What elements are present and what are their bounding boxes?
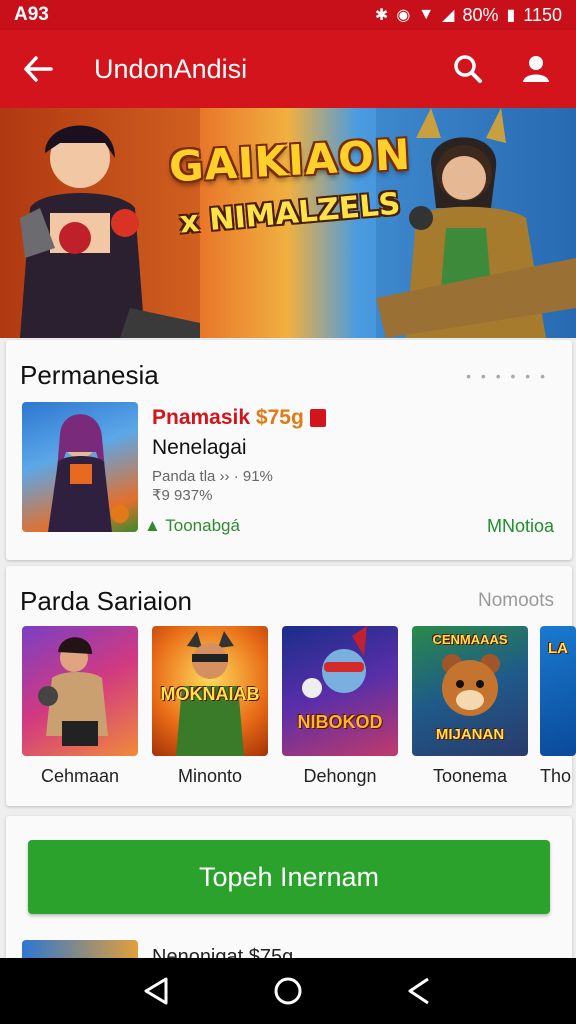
- badge-icon: [309, 409, 326, 428]
- game-tile[interactable]: CENMAAAS MIJANAN: [412, 626, 528, 756]
- developer-icon: ▲: [144, 516, 161, 535]
- game-tile-text: MIJANAN: [435, 726, 505, 743]
- battery-percent: 80%: [462, 4, 499, 25]
- back-nav-button[interactable]: [131, 966, 181, 1016]
- status-icons: ✱ ◉ ▼ ◢ 80% ▮ 1150: [375, 5, 562, 26]
- install-button[interactable]: Topeh Inernam: [28, 840, 550, 914]
- clock: 1150: [523, 4, 562, 25]
- triangle-recents-icon: [408, 977, 429, 1005]
- home-nav-button[interactable]: [263, 966, 313, 1016]
- recents-nav-button[interactable]: [395, 966, 445, 1016]
- arrow-left-icon: [24, 56, 53, 82]
- app-title: UndonAndisi: [94, 53, 248, 84]
- app-name-text: Pnamasik: [152, 406, 251, 429]
- game-art: [38, 637, 108, 746]
- game-label: Toonema: [432, 766, 508, 786]
- app-price: $75g: [255, 406, 304, 429]
- game-tile-title: CENMAAAS: [432, 632, 508, 647]
- game-tile-text: LA: [548, 640, 568, 657]
- game-tile[interactable]: [22, 626, 138, 756]
- triangle-back-icon: [144, 977, 168, 1005]
- back-button[interactable]: [18, 49, 58, 89]
- more-link[interactable]: Nomoots: [478, 590, 554, 612]
- install-card: Topeh Inernam Nenonigat $75g: [6, 816, 572, 980]
- app-meta-secondary: ₹9 937%: [152, 487, 213, 504]
- status-left-text: A93: [14, 4, 49, 25]
- app-action-link[interactable]: MNotioa: [487, 516, 554, 537]
- section-title: Parda Sariaion: [20, 586, 192, 616]
- game-tile-text: NIBOKOD: [297, 712, 383, 732]
- game-label: Dehongn: [303, 766, 377, 786]
- person-icon: [523, 56, 549, 82]
- game-label: Minonto: [177, 766, 243, 786]
- battery-icon: ▮: [506, 7, 516, 24]
- game-label: Cehmaan: [40, 766, 120, 786]
- more-dots-icon[interactable]: • • • • • •: [466, 368, 548, 384]
- wifi-icon: ▼: [418, 6, 435, 23]
- game-tile[interactable]: MOKNAIAB: [152, 626, 268, 756]
- search-icon: [454, 55, 482, 83]
- game-art: [302, 626, 367, 698]
- app-thumbnail[interactable]: [22, 402, 138, 532]
- app-subtitle: Nenelagai: [152, 436, 247, 459]
- app-meta: Panda tla ›› · 91%: [152, 468, 273, 485]
- game-tile-text: MOKNAIAB: [160, 684, 260, 704]
- game-label: Tho: [540, 766, 572, 786]
- developer-name: Toonabgá: [165, 516, 240, 535]
- status-bar: A93 ✱ ◉ ▼ ◢ 80% ▮ 1150: [0, 0, 576, 30]
- search-button[interactable]: [446, 47, 490, 91]
- vibrate-icon: ◉: [396, 7, 411, 24]
- section-title: Permanesia: [20, 360, 159, 390]
- character-art: [48, 414, 129, 532]
- app-bar: UndonAndisi: [0, 30, 576, 108]
- circle-home-icon: [274, 977, 302, 1005]
- bluetooth-icon: ✱: [374, 7, 389, 24]
- developer-link[interactable]: ▲ Toonabgá: [144, 516, 240, 536]
- promo-banner[interactable]: GAIKIAON x NIMALZELS: [0, 108, 576, 338]
- system-nav-bar: [0, 958, 576, 1024]
- signal-icon: ◢: [442, 7, 455, 24]
- account-button[interactable]: [514, 47, 558, 91]
- game-tile[interactable]: LA: [540, 626, 576, 756]
- app-name[interactable]: Pnamasik $75g: [152, 406, 326, 430]
- games-carousel-card: Parda Sariaion Nomoots Cehmaan MOKNAIAB …: [6, 566, 576, 806]
- game-tile[interactable]: NIBOKOD: [282, 626, 398, 756]
- featured-card: Permanesia • • • • • • Pnamasik $75g Nen…: [6, 340, 572, 560]
